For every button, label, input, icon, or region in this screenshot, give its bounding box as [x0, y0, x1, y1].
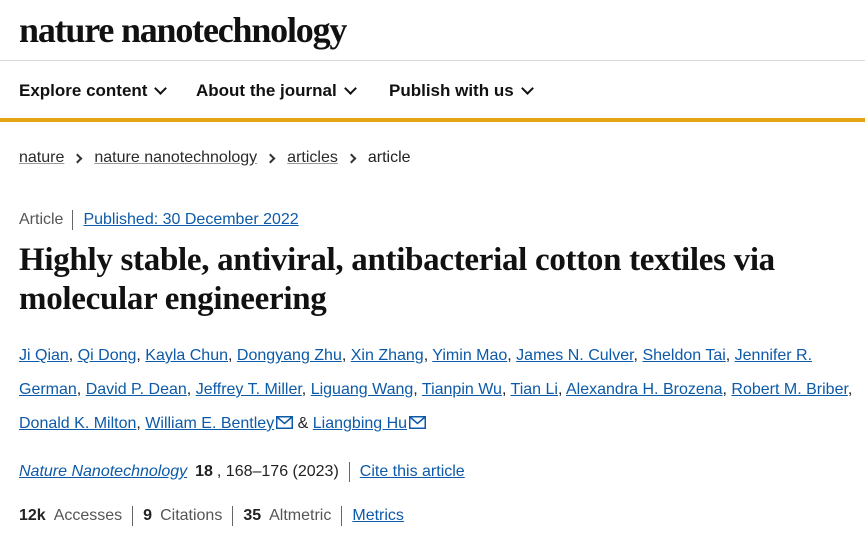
- author-link[interactable]: Yimin Mao: [432, 347, 507, 364]
- author-link[interactable]: Kayla Chun: [145, 347, 228, 364]
- site-header: nature nanotechnology: [0, 0, 865, 61]
- chevron-right-icon: [346, 153, 357, 163]
- author-link[interactable]: Robert M. Briber: [731, 381, 847, 398]
- altmetric-score: 35: [243, 507, 262, 524]
- breadcrumb-current: article: [367, 149, 411, 166]
- author-link[interactable]: William E. Bentley: [145, 415, 274, 432]
- author-link[interactable]: Liangbing Hu: [313, 415, 407, 432]
- journal-logo[interactable]: nature nanotechnology: [19, 9, 347, 51]
- author-link[interactable]: Tian Li: [511, 381, 558, 398]
- author-link[interactable]: Tianpin Wu: [422, 381, 502, 398]
- chevron-right-icon: [72, 153, 83, 163]
- author-link[interactable]: David P. Dean: [86, 381, 187, 398]
- article-metrics: 12k Accesses 9 Citations 35 Altmetric Metri…: [19, 506, 404, 526]
- published-date-link[interactable]: Published: 30 December 2022: [83, 211, 298, 229]
- citations-count: 9: [143, 507, 153, 524]
- accesses-label: Accesses: [53, 507, 123, 524]
- chevron-right-icon: [265, 153, 276, 163]
- breadcrumb-journal[interactable]: nature nanotechnology: [94, 149, 257, 167]
- envelope-icon[interactable]: [409, 416, 427, 429]
- article-type: Article: [19, 210, 74, 230]
- article-title: Highly stable, antiviral, antibacterial …: [19, 242, 775, 317]
- journal-name-link[interactable]: Nature Nanotechnology: [19, 463, 187, 481]
- author-link[interactable]: Dongyang Zhu: [237, 347, 342, 364]
- author-link[interactable]: Ji Qian: [19, 347, 69, 364]
- author-link[interactable]: Liguang Wang: [311, 381, 414, 398]
- author-link[interactable]: Alexandra H. Brozena: [566, 381, 723, 398]
- author-list: Ji Qian, Qi Dong, Kayla Chun, Dongyang Z…: [19, 347, 853, 432]
- author-link[interactable]: Donald K. Milton: [19, 415, 136, 432]
- breadcrumb: nature nature nanotechnology articles ar…: [19, 149, 411, 167]
- volume: 18: [195, 463, 213, 480]
- author-link[interactable]: Xin Zhang: [351, 347, 424, 364]
- pages-year: , 168–176 (2023): [217, 462, 350, 482]
- citations-metric: 9 Citations: [143, 506, 234, 526]
- altmetric-label: Altmetric: [269, 507, 332, 524]
- citations-label: Citations: [160, 507, 223, 524]
- author-link[interactable]: Sheldon Tai: [642, 347, 725, 364]
- main-nav: Explore content About the journal Publis…: [0, 62, 865, 122]
- altmetric-metric: 35 Altmetric: [243, 506, 343, 526]
- metrics-link[interactable]: Metrics: [352, 507, 404, 525]
- article-meta: Article Published: 30 December 2022: [19, 210, 299, 230]
- citation-line: Nature Nanotechnology 18 , 168–176 (2023…: [19, 462, 465, 482]
- chevron-down-icon: [343, 82, 357, 95]
- cite-article-link[interactable]: Cite this article: [360, 463, 465, 481]
- envelope-icon[interactable]: [276, 416, 294, 429]
- author-ampersand: &: [297, 415, 309, 432]
- author-link[interactable]: James N. Culver: [516, 347, 633, 364]
- chevron-down-icon: [520, 82, 534, 95]
- nav-explore-content[interactable]: Explore content: [19, 81, 168, 101]
- nav-label: Publish with us: [389, 81, 514, 100]
- nav-label: Explore content: [19, 81, 148, 100]
- nav-about-journal[interactable]: About the journal: [196, 81, 357, 101]
- accesses-count: 12k: [19, 507, 46, 524]
- breadcrumb-nature[interactable]: nature: [19, 149, 64, 167]
- nav-publish-with-us[interactable]: Publish with us: [389, 81, 534, 101]
- accesses-metric: 12k Accesses: [19, 506, 134, 526]
- nav-label: About the journal: [196, 81, 337, 100]
- breadcrumb-articles[interactable]: articles: [287, 149, 338, 167]
- author-link[interactable]: Jeffrey T. Miller: [196, 381, 302, 398]
- author-link[interactable]: Qi Dong: [78, 347, 137, 364]
- chevron-down-icon: [154, 82, 168, 95]
